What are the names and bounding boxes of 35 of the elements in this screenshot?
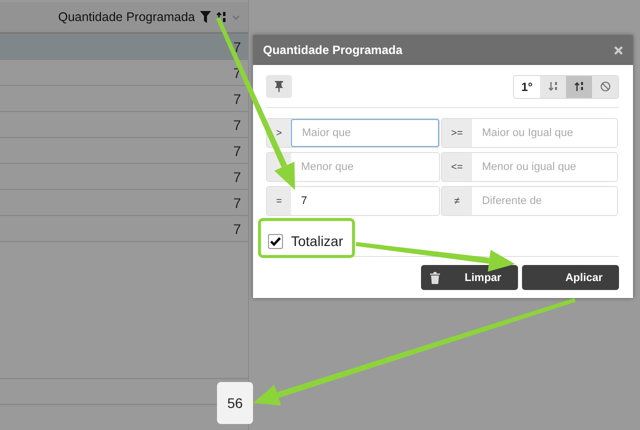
close-icon[interactable]	[614, 46, 623, 54]
operator-label: =	[276, 196, 282, 206]
operator-label: ≠	[454, 196, 460, 206]
checkbox[interactable]	[268, 234, 283, 248]
sort-order: 1°	[520, 78, 534, 96]
sort-descending-icon	[574, 81, 584, 92]
table-cell: 7	[233, 220, 241, 236]
checkbox-label: Totalizar	[291, 233, 344, 249]
table-row[interactable]: 7	[0, 34, 248, 60]
table-cell: 7	[233, 116, 241, 132]
sort-ascending-icon	[548, 81, 558, 92]
dialog-title: Quantidade Programada	[263, 43, 402, 57]
pin-icon	[275, 81, 283, 92]
filter-field[interactable]: > Maior que	[266, 118, 440, 148]
table-cell: 7	[233, 38, 241, 54]
table-cell: 7	[233, 194, 241, 210]
no-sort-icon	[600, 81, 610, 92]
table-cell: 7	[233, 90, 241, 106]
table-cell: 7	[233, 142, 241, 158]
filter-field[interactable]: = 7	[266, 186, 440, 216]
sort-button[interactable]	[566, 76, 592, 98]
filter-field[interactable]: Menor que	[266, 152, 440, 182]
table-cell: 7	[233, 168, 241, 184]
clear-button[interactable]: Limpar	[421, 265, 518, 290]
total-cell: 56	[217, 382, 253, 424]
operator-label: >	[276, 128, 282, 138]
filter-field[interactable]: <= Menor ou igual que	[441, 152, 618, 182]
filter-field[interactable]: >= Maior ou Igual que	[441, 118, 618, 148]
operator-label: <=	[451, 162, 463, 172]
pin-button[interactable]	[266, 75, 292, 98]
filter-icon[interactable]	[200, 11, 211, 23]
filter-field[interactable]: ≠ Diferente de	[441, 186, 618, 216]
trash-icon	[430, 272, 440, 284]
operator-label: >=	[451, 128, 463, 138]
apply-button[interactable]: Aplicar	[522, 265, 619, 290]
